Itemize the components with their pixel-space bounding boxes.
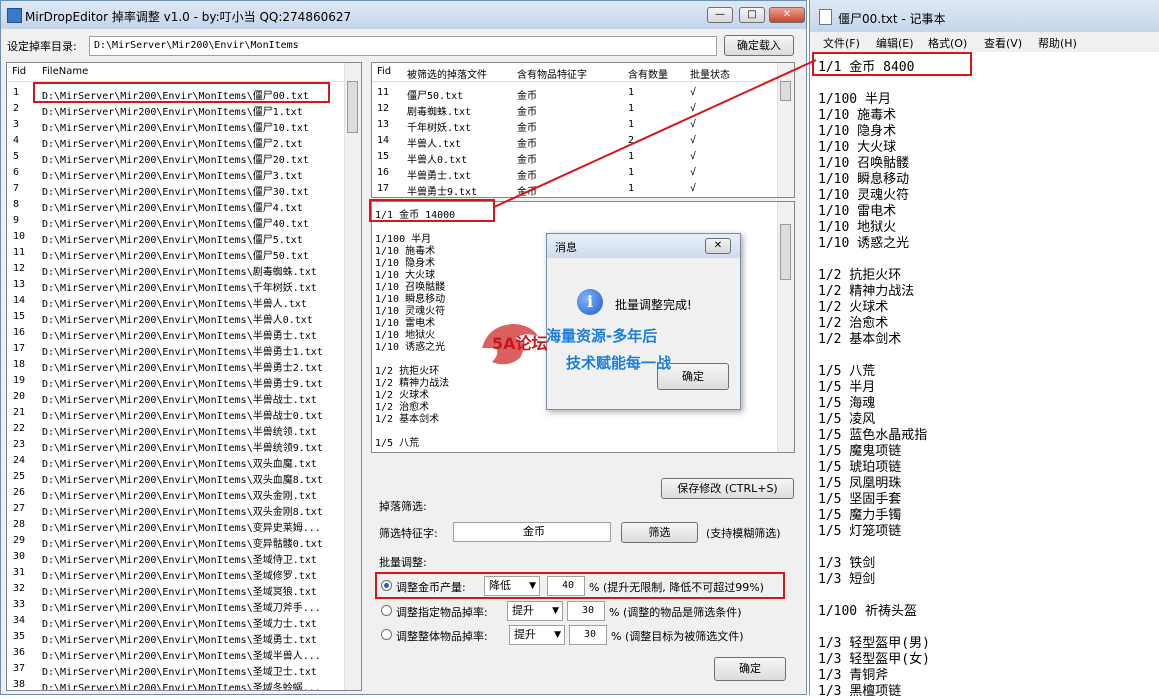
connector-arrow	[493, 59, 817, 208]
